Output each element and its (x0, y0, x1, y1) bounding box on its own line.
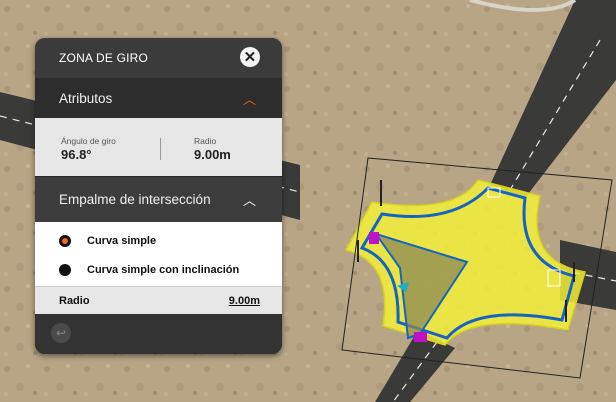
attributes-section-header[interactable]: Atributos ︿ (35, 78, 282, 118)
panel-title: ZONA DE GIRO (59, 51, 149, 65)
turn-angle-value: 96.8° (61, 147, 92, 162)
option-label: Curva simple con inclinación (87, 263, 240, 276)
turn-angle-label: Ángulo de giro (61, 136, 116, 146)
junction-radius-label: Radio (59, 295, 90, 307)
chevron-up-icon[interactable]: ︿ (243, 190, 256, 209)
radius-value: 9.00m (194, 147, 231, 162)
divider (160, 138, 161, 160)
option-simple-curve-inclined[interactable]: Curva simple con inclinación (35, 255, 282, 284)
panel-footer: ↩ (35, 314, 282, 354)
option-simple-curve[interactable]: Curva simple (35, 226, 282, 255)
radio-selected-icon[interactable] (59, 234, 71, 247)
radius-label: Radio (194, 136, 217, 146)
option-label: Curva simple (87, 234, 157, 247)
radio-icon[interactable] (59, 263, 71, 276)
undo-icon[interactable]: ↩ (51, 323, 71, 343)
panel-header: ZONA DE GIRO ✕ (35, 38, 282, 78)
attributes-label: Atributos (59, 90, 113, 106)
turn-zone-panel: ZONA DE GIRO ✕ Atributos ︿ Ángulo de gir… (35, 38, 282, 354)
junction-section-header[interactable]: Empalme de intersección ︿ (35, 176, 282, 222)
magenta-handle[interactable] (414, 332, 427, 342)
junction-radius-row: Radio 9.00m (35, 286, 282, 315)
chevron-up-icon[interactable]: ︿ (243, 89, 256, 108)
junction-radius-value[interactable]: 9.00m (229, 295, 260, 307)
magenta-handle[interactable] (369, 232, 379, 244)
attributes-values: Ángulo de giro 96.8° Radio 9.00m (35, 118, 282, 176)
junction-label: Empalme de intersección (59, 192, 211, 207)
junction-options: Curva simple Curva simple con inclinació… (35, 222, 282, 286)
close-icon[interactable]: ✕ (240, 47, 260, 67)
